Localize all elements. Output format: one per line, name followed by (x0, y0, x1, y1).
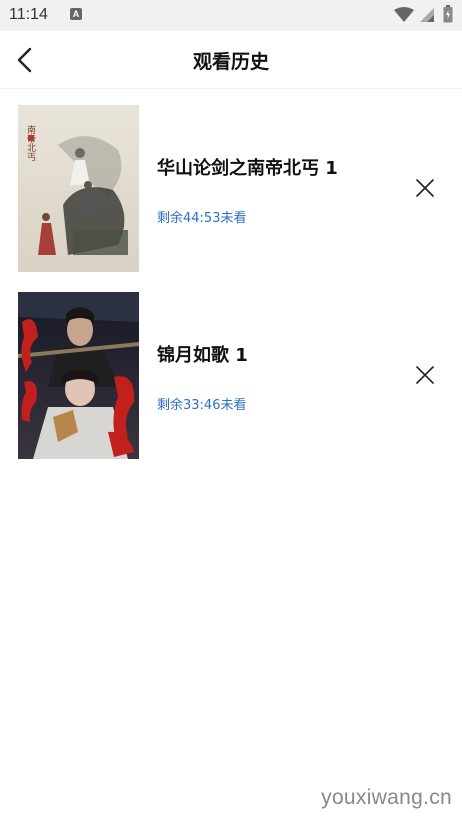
remove-history-button[interactable] (413, 176, 437, 200)
history-item-progress: 剩余44:53未看 (157, 211, 247, 226)
status-time: 11:14 (9, 6, 48, 23)
history-item-progress: 剩余33:46未看 (157, 398, 247, 413)
history-item[interactable]: 锦月如歌 1 剩余33:46未看 (0, 276, 462, 463)
poster-image[interactable] (18, 292, 139, 459)
remove-history-button[interactable] (413, 363, 437, 387)
history-item-title: 华山论剑之南帝北丐 1 (157, 158, 338, 179)
wifi-icon (394, 7, 414, 22)
app-bar: 观看历史 (0, 31, 462, 89)
history-item-title: 锦月如歌 1 (157, 345, 248, 366)
close-icon (416, 366, 434, 384)
notification-icon: A (70, 8, 82, 20)
svg-text:南帝北丐: 南帝北丐 (25, 124, 36, 162)
battery-icon (443, 5, 453, 23)
history-item[interactable]: 南帝北丐 华山论剑之南帝北丐 1 剩余44:53未看 (0, 89, 462, 276)
page-title: 观看历史 (192, 51, 269, 73)
close-icon (416, 179, 434, 197)
history-list: 南帝北丐 华山论剑之南帝北丐 1 剩余44:53未看 锦月如歌 1 剩余33:4… (0, 89, 462, 463)
watermark-text: youxiwang.cn (321, 786, 452, 809)
signal-icon (420, 8, 434, 22)
status-bar: 11:14 A (0, 0, 462, 31)
poster-image[interactable]: 南帝北丐 (18, 105, 139, 272)
